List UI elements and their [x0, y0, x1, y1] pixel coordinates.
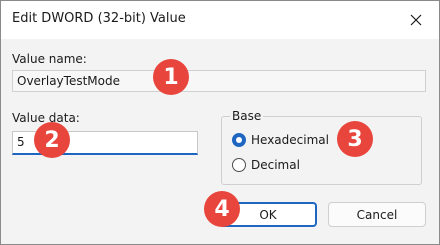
close-icon — [410, 14, 422, 26]
edit-dword-dialog: Edit DWORD (32-bit) Value Value name: Ov… — [0, 0, 440, 245]
step-badge-1: 1 — [153, 59, 189, 95]
step-badge-3: 3 — [337, 121, 373, 157]
value-data-text: 5 — [17, 135, 25, 149]
radio-decimal[interactable]: Decimal — [232, 158, 300, 172]
radio-hexadecimal[interactable]: Hexadecimal — [232, 133, 329, 147]
base-group-label: Base — [230, 109, 264, 123]
value-name-text: OverlayTestMode — [17, 74, 120, 88]
value-name-label: Value name: — [12, 52, 87, 66]
window-title: Edit DWORD (32-bit) Value — [12, 11, 186, 26]
value-name-field[interactable]: OverlayTestMode — [12, 70, 426, 92]
title-bar: Edit DWORD (32-bit) Value — [1, 1, 439, 39]
step-badge-4: 4 — [204, 191, 240, 227]
close-button[interactable] — [405, 9, 427, 31]
radio-hexadecimal-label: Hexadecimal — [251, 133, 329, 147]
step-badge-2: 2 — [34, 122, 70, 158]
radio-decimal-label: Decimal — [251, 158, 300, 172]
radio-hexadecimal-indicator — [232, 133, 246, 147]
cancel-button[interactable]: Cancel — [328, 202, 426, 227]
radio-decimal-indicator — [232, 158, 246, 172]
base-group — [221, 116, 422, 185]
